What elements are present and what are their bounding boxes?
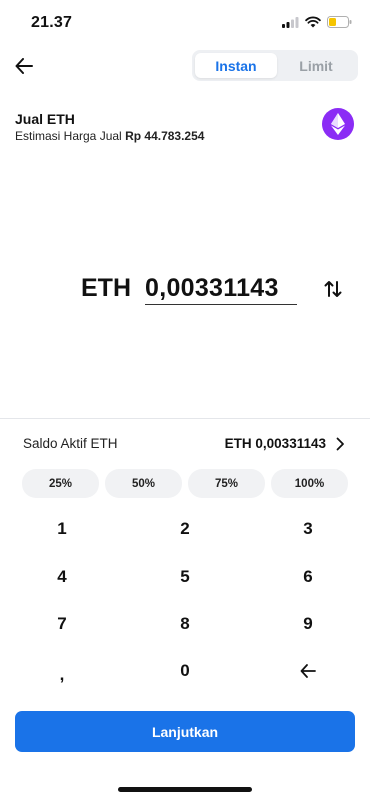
back-arrow-icon (15, 58, 33, 74)
ethereum-icon (322, 108, 354, 140)
amount-underline (145, 304, 297, 305)
key-2[interactable]: 2 (130, 509, 240, 549)
home-indicator (118, 787, 252, 792)
sell-title: Jual ETH (15, 111, 75, 127)
order-type-tabs: Instan Limit (192, 50, 358, 81)
balance-label: Saldo Aktif ETH (23, 436, 118, 451)
backspace-icon (300, 664, 316, 678)
percent-75-button[interactable]: 75% (188, 469, 265, 498)
signal-icon (282, 15, 299, 33)
chevron-right-icon[interactable] (332, 436, 348, 452)
percent-25-button[interactable]: 25% (22, 469, 99, 498)
percent-50-button[interactable]: 50% (105, 469, 182, 498)
status-time: 21.37 (31, 14, 73, 31)
swap-icon (324, 281, 342, 297)
estimate-value: Rp 44.783.254 (125, 129, 205, 143)
status-bar: 21.37 (0, 0, 370, 44)
amount-input[interactable]: 0,00331143 (145, 274, 279, 303)
tab-limit[interactable]: Limit (277, 53, 355, 78)
sell-estimate: Estimasi Harga Jual Rp 44.783.254 (15, 129, 204, 143)
percent-100-button[interactable]: 100% (271, 469, 348, 498)
status-icons (282, 15, 352, 33)
key-3[interactable]: 3 (253, 509, 363, 549)
key-6[interactable]: 6 (253, 557, 363, 597)
back-button[interactable] (12, 54, 36, 78)
swap-button[interactable] (321, 277, 345, 301)
divider (0, 418, 370, 419)
key-comma[interactable]: , (7, 655, 117, 695)
key-0[interactable]: 0 (130, 651, 240, 691)
amount-currency: ETH (81, 274, 131, 302)
continue-button[interactable]: Lanjutkan (15, 711, 355, 752)
key-1[interactable]: 1 (7, 509, 117, 549)
balance-value[interactable]: ETH 0,00331143 (225, 436, 326, 451)
amount-display: ETH 0,00331143 (0, 272, 370, 308)
percent-buttons: 25% 50% 75% 100% (22, 469, 348, 498)
key-5[interactable]: 5 (130, 557, 240, 597)
estimate-label: Estimasi Harga Jual (15, 129, 122, 143)
wifi-icon (305, 15, 321, 33)
tab-instan[interactable]: Instan (195, 53, 277, 78)
backspace-key[interactable] (253, 651, 363, 691)
key-7[interactable]: 7 (7, 604, 117, 644)
battery-icon (327, 15, 352, 33)
key-8[interactable]: 8 (130, 604, 240, 644)
key-9[interactable]: 9 (253, 604, 363, 644)
key-4[interactable]: 4 (7, 557, 117, 597)
